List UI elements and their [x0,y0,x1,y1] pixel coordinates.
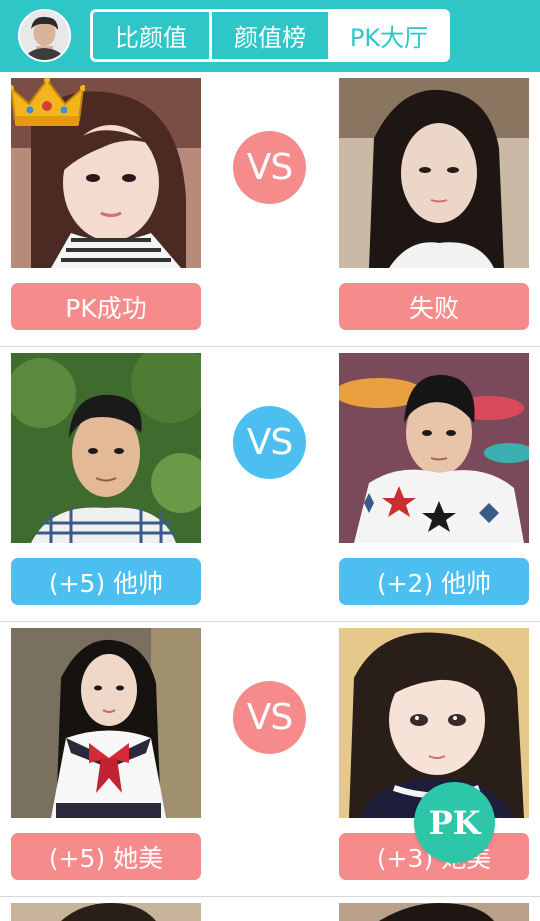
left-contestant-photo[interactable] [11,628,201,818]
right-contestant-photo[interactable] [339,353,529,543]
match-card: VS PK成功 失败 [0,72,540,347]
next-right-photo-partial[interactable] [339,903,529,921]
crown-icon [11,78,85,126]
right-result-label[interactable]: 失败 [339,283,529,330]
left-score-label[interactable]: (+5) 她美 [11,833,201,880]
left-score-label[interactable]: (+5) 他帅 [11,558,201,605]
left-contestant-photo[interactable] [11,78,201,268]
pk-fab-button[interactable]: PK [414,782,495,863]
next-left-photo-partial[interactable] [11,903,201,921]
top-bar: 比颜值 颜值榜 PK大厅 [0,0,540,72]
user-avatar[interactable] [18,9,71,62]
match-card: VS (+5) 他帅 (+2) 他帅 [0,347,540,622]
tab-pk-hall[interactable]: PK大厅 [328,12,447,59]
right-score-label[interactable]: (+2) 他帅 [339,558,529,605]
right-contestant-photo[interactable] [339,78,529,268]
vs-badge: VS [233,131,306,204]
left-result-label[interactable]: PK成功 [11,283,201,330]
tab-compare[interactable]: 比颜值 [93,12,209,59]
tab-leaderboard[interactable]: 颜值榜 [209,12,328,59]
vs-badge: VS [233,681,306,754]
tab-bar: 比颜值 颜值榜 PK大厅 [90,9,450,62]
left-contestant-photo[interactable] [11,353,201,543]
vs-badge: VS [233,406,306,479]
